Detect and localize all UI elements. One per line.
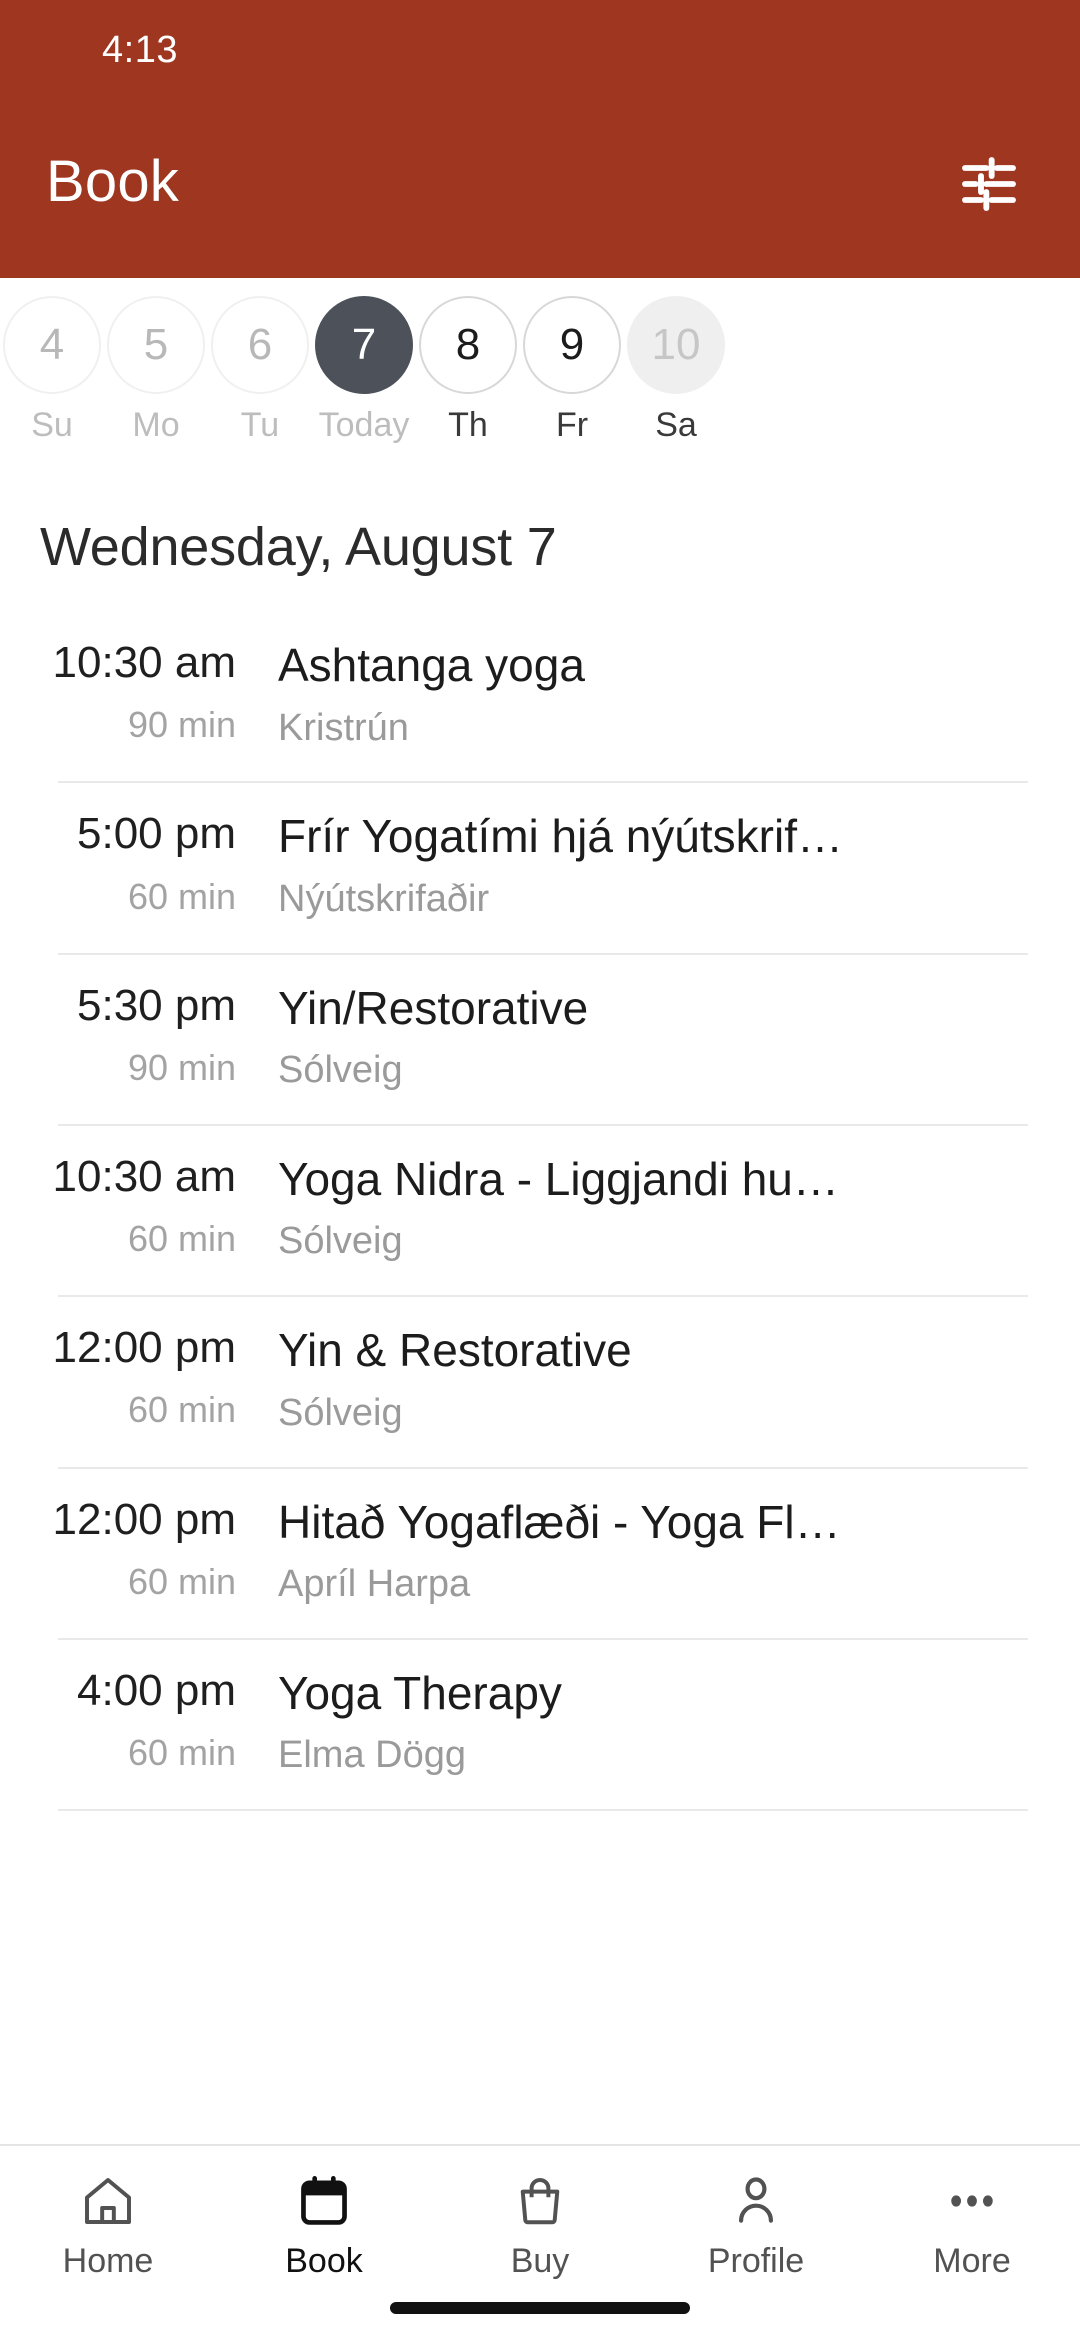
class-start-time: 5:30 pm [77, 980, 236, 1030]
date-weekday-label: Today [318, 406, 410, 444]
tab-buy[interactable]: Buy [432, 2170, 648, 2278]
shopping-bag-icon [512, 2170, 568, 2232]
date-circle[interactable]: 7 [315, 296, 413, 394]
class-time-column: 5:30 pm 90 min [0, 980, 250, 1089]
class-start-time: 10:30 am [52, 1151, 236, 1201]
class-row[interactable]: 12:00 pm 60 min Yin & Restorative Sólveig [0, 1297, 1080, 1469]
day-heading: Wednesday, August 7 [0, 478, 1080, 612]
home-indicator [390, 2302, 690, 2314]
class-time-column: 10:30 am 90 min [0, 638, 250, 746]
class-row[interactable]: 5:30 pm 90 min Yin/Restorative Sólveig [0, 955, 1080, 1127]
class-start-time: 12:00 pm [52, 1494, 236, 1544]
class-info-column: Yin & Restorative Sólveig [250, 1325, 1080, 1434]
class-start-time: 10:30 am [52, 638, 236, 687]
class-time-column: 12:00 pm 60 min [0, 1325, 250, 1431]
class-title: Yoga Nidra - Liggjandi hu… [278, 1153, 839, 1205]
class-row[interactable]: 12:00 pm 60 min Hitað Yogaflæði - Yoga Fl…… [0, 1469, 1080, 1641]
class-duration: 60 min [127, 875, 236, 917]
date-weekday-label: Th [448, 406, 488, 444]
date-circle[interactable]: 6 [211, 296, 309, 394]
class-teacher: Nýútskrifaðir [278, 878, 490, 920]
class-info-column: Yoga Nidra - Liggjandi hu… Sólveig [250, 1154, 1080, 1263]
date-weekday-label: Su [31, 406, 73, 444]
tab-home[interactable]: Home [0, 2170, 216, 2278]
date-weekday-label: Fr [555, 406, 589, 444]
date-circle[interactable]: 8 [419, 296, 517, 394]
class-info-column: Yoga Therapy Elma Dögg [250, 1668, 1080, 1777]
class-title: Yoga Therapy [278, 1667, 562, 1719]
tab-book[interactable]: Book [216, 2170, 432, 2278]
app-screen: 4:13 Book 4 Su 5 Mo 6 Tu 7 Today 8 Th 9 … [0, 0, 1080, 2340]
class-info-column: Ashtanga yoga Kristrún [250, 640, 1080, 749]
class-duration: 60 min [127, 1389, 236, 1431]
date-cell-5[interactable]: 5 Mo [104, 296, 208, 442]
date-weekday-label: Sa [655, 406, 697, 444]
date-weekday-label: Tu [240, 406, 280, 444]
class-teacher: Apríl Harpa [278, 1564, 471, 1606]
class-duration: 60 min [127, 1560, 236, 1602]
class-title: Hitað Yogaflæði - Yoga Fl… [278, 1496, 841, 1548]
class-list: 10:30 am 90 min Ashtanga yoga Kristrún 5:00 … [0, 612, 1080, 2144]
class-title: Ashtanga yoga [278, 640, 585, 691]
tab-more[interactable]: More [864, 2170, 1080, 2278]
class-time-column: 10:30 am 60 min [0, 1151, 250, 1260]
class-row[interactable]: 5:00 pm 60 min Frír Yogatími hjá nýútskrif… [0, 783, 1080, 955]
class-teacher: Elma Dögg [278, 1735, 466, 1777]
tab-profile[interactable]: Profile [648, 2170, 864, 2278]
date-cell-9[interactable]: 9 Fr [520, 296, 624, 442]
date-cell-8[interactable]: 8 Th [416, 296, 520, 442]
more-dots-icon [944, 2170, 1000, 2232]
tab-label: Home [62, 2242, 154, 2280]
tab-label: More [933, 2242, 1011, 2280]
class-row[interactable]: 10:30 am 60 min Yoga Nidra - Liggjandi hu…… [0, 1126, 1080, 1298]
class-teacher: Kristrún [278, 707, 409, 749]
class-row[interactable]: 4:00 pm 60 min Yoga Therapy Elma Dögg [0, 1640, 1080, 1812]
class-info-column: Hitað Yogaflæði - Yoga Fl… Apríl Harpa [250, 1497, 1080, 1606]
class-title: Yin/Restorative [278, 982, 589, 1034]
class-duration: 60 min [127, 1732, 236, 1774]
class-teacher: Sólveig [278, 1221, 403, 1263]
calendar-icon [296, 2170, 352, 2232]
class-time-column: 4:00 pm 60 min [0, 1665, 250, 1774]
status-time: 4:13 [102, 28, 178, 71]
date-weekday-label: Mo [132, 406, 180, 444]
class-row[interactable]: 10:30 am 90 min Ashtanga yoga Kristrún [0, 612, 1080, 784]
home-icon [80, 2170, 136, 2232]
tune-sliders-icon [955, 152, 1023, 216]
tab-label: Buy [510, 2242, 570, 2280]
date-cell-10[interactable]: 10 Sa [624, 296, 728, 442]
class-time-column: 5:00 pm 60 min [0, 811, 250, 917]
class-duration: 90 min [127, 704, 236, 746]
class-info-column: Yin/Restorative Sólveig [250, 983, 1080, 1092]
class-info-column: Frír Yogatími hjá nýútskrif… Nýútskrifaði… [250, 811, 1080, 920]
date-circle[interactable]: 4 [3, 296, 101, 394]
class-title: Frír Yogatími hjá nýútskrif… [278, 811, 843, 863]
tab-label: Profile [707, 2242, 805, 2280]
date-selector[interactable]: 4 Su 5 Mo 6 Tu 7 Today 8 Th 9 Fr 10 Sa [0, 278, 1080, 478]
class-teacher: Sólveig [278, 1392, 403, 1434]
filter-button[interactable] [944, 144, 1034, 234]
class-title: Yin & Restorative [278, 1325, 632, 1377]
person-icon [728, 2170, 784, 2232]
class-duration: 90 min [127, 1046, 236, 1088]
app-bar: Book [0, 100, 1080, 278]
page-title: Book [46, 149, 179, 214]
date-cell-6[interactable]: 6 Tu [208, 296, 312, 442]
class-start-time: 4:00 pm [77, 1665, 236, 1715]
class-teacher: Sólveig [278, 1050, 403, 1092]
class-time-column: 12:00 pm 60 min [0, 1494, 250, 1603]
date-circle[interactable]: 10 [627, 296, 725, 394]
date-cell-4[interactable]: 4 Su [0, 296, 104, 442]
class-start-time: 12:00 pm [52, 1323, 236, 1373]
date-circle[interactable]: 9 [523, 296, 621, 394]
status-bar: 4:13 [0, 0, 1080, 100]
date-circle[interactable]: 5 [107, 296, 205, 394]
app-header: 4:13 Book [0, 0, 1080, 278]
class-start-time: 5:00 pm [77, 809, 236, 859]
class-duration: 60 min [127, 1218, 236, 1260]
date-cell-7[interactable]: 7 Today [312, 296, 416, 442]
tab-label: Book [285, 2242, 363, 2280]
